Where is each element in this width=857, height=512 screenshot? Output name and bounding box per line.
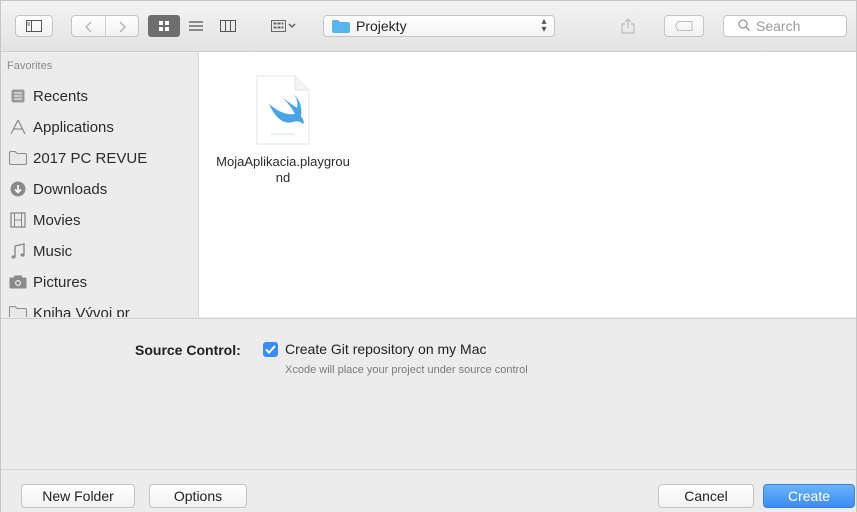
column-view-button[interactable] [212, 15, 244, 37]
save-dialog: Projekty ▴ ▾ Search Favorites Recents App… [0, 0, 857, 512]
music-icon [9, 242, 27, 260]
forward-button[interactable] [105, 16, 138, 38]
bottom-bar: New Folder Options Cancel Create [1, 469, 856, 512]
tag-icon [675, 21, 693, 31]
search-icon [738, 18, 750, 34]
sidebar-item-label: Applications [33, 118, 114, 136]
sidebar-item-downloads[interactable]: Downloads [10, 177, 108, 201]
view-mode-segment [148, 15, 248, 37]
search-placeholder: Search [756, 18, 801, 34]
file-item[interactable]: MojaAplikacia.playground [213, 66, 353, 186]
create-button[interactable]: Create [763, 484, 855, 508]
sidebar-item-kniha[interactable]: Kniha Vývoj pr [9, 301, 130, 318]
folder-icon [9, 304, 27, 317]
sidebar-item-label: Movies [33, 211, 81, 229]
git-repository-checkbox[interactable] [263, 342, 278, 357]
file-name: MojaAplikacia.playground [216, 154, 350, 185]
sidebar-item-label: Pictures [33, 273, 88, 291]
tags-button[interactable] [664, 15, 704, 37]
options-button[interactable]: Options [149, 484, 247, 508]
git-repository-hint: Xcode will place your project under sour… [285, 364, 528, 376]
icon-view-button[interactable] [148, 15, 180, 37]
pictures-icon [9, 273, 27, 291]
sidebar-item-recents[interactable]: Recents [11, 84, 89, 108]
options-panel: Source Control: Create Git repository on… [1, 318, 856, 469]
search-field[interactable]: Search [723, 15, 847, 37]
downloads-icon [9, 180, 27, 198]
sidebar-item-label: Kniha Vývoj pr [33, 304, 130, 318]
sidebar-item-label: Music [33, 242, 73, 260]
sidebar-item-label: Downloads [33, 180, 108, 198]
share-icon [621, 18, 635, 34]
checkmark-icon [265, 345, 276, 354]
cancel-button[interactable]: Cancel [658, 484, 754, 508]
navigation-segment [71, 15, 139, 38]
chevron-right-icon [119, 21, 126, 33]
chevron-left-icon [84, 21, 92, 33]
toolbar: Projekty ▴ ▾ Search [1, 1, 856, 52]
sidebar-item-pictures[interactable]: Pictures [9, 270, 88, 294]
file-browser: MojaAplikacia.playground [199, 52, 856, 317]
sidebar-toggle-icon [26, 20, 42, 32]
chevron-updown-icon: ▴ ▾ [541, 16, 547, 35]
columns-icon [220, 20, 236, 32]
new-folder-button[interactable]: New Folder [21, 484, 135, 508]
folder-icon [332, 19, 350, 33]
swift-playground-icon [253, 74, 313, 146]
sidebar-heading: Favorites [7, 60, 53, 72]
sidebar-item-movies[interactable]: Movies [10, 208, 81, 232]
git-repository-label[interactable]: Create Git repository on my Mac [285, 341, 487, 357]
sidebar-item-applications[interactable]: Applications [10, 115, 114, 139]
list-icon [189, 21, 203, 31]
sidebar-toggle-button[interactable] [15, 15, 53, 37]
sidebar-item-music[interactable]: Music [11, 239, 73, 263]
sidebar-item-2017-pc-revue[interactable]: 2017 PC REVUE [9, 146, 148, 170]
sidebar: Favorites Recents Applications 2017 PC R… [1, 52, 199, 317]
grid-icon [159, 21, 169, 31]
source-control-label: Source Control: [135, 342, 241, 358]
location-popup[interactable]: Projekty ▴ ▾ [323, 15, 555, 37]
list-view-button[interactable] [180, 15, 212, 37]
recents-icon [9, 87, 27, 105]
movies-icon [9, 211, 27, 229]
applications-icon [9, 118, 27, 136]
location-label: Projekty [356, 18, 407, 34]
sidebar-item-label: Recents [33, 87, 89, 105]
arrange-button[interactable] [263, 15, 305, 37]
sidebar-item-label: 2017 PC REVUE [33, 149, 148, 167]
back-button[interactable] [72, 16, 105, 38]
folder-icon [9, 149, 27, 167]
arrange-grid-icon [271, 20, 296, 32]
share-button[interactable] [611, 15, 645, 37]
